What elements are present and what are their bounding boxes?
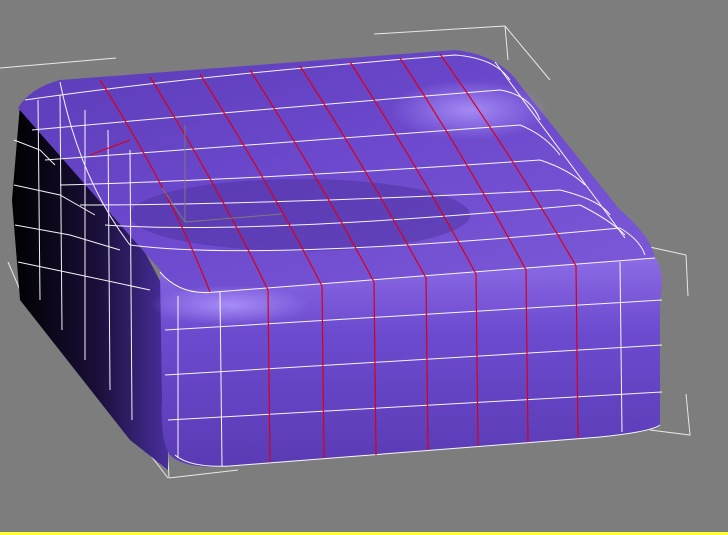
perspective-viewport[interactable] (0, 0, 728, 535)
scene-canvas[interactable] (0, 0, 728, 535)
